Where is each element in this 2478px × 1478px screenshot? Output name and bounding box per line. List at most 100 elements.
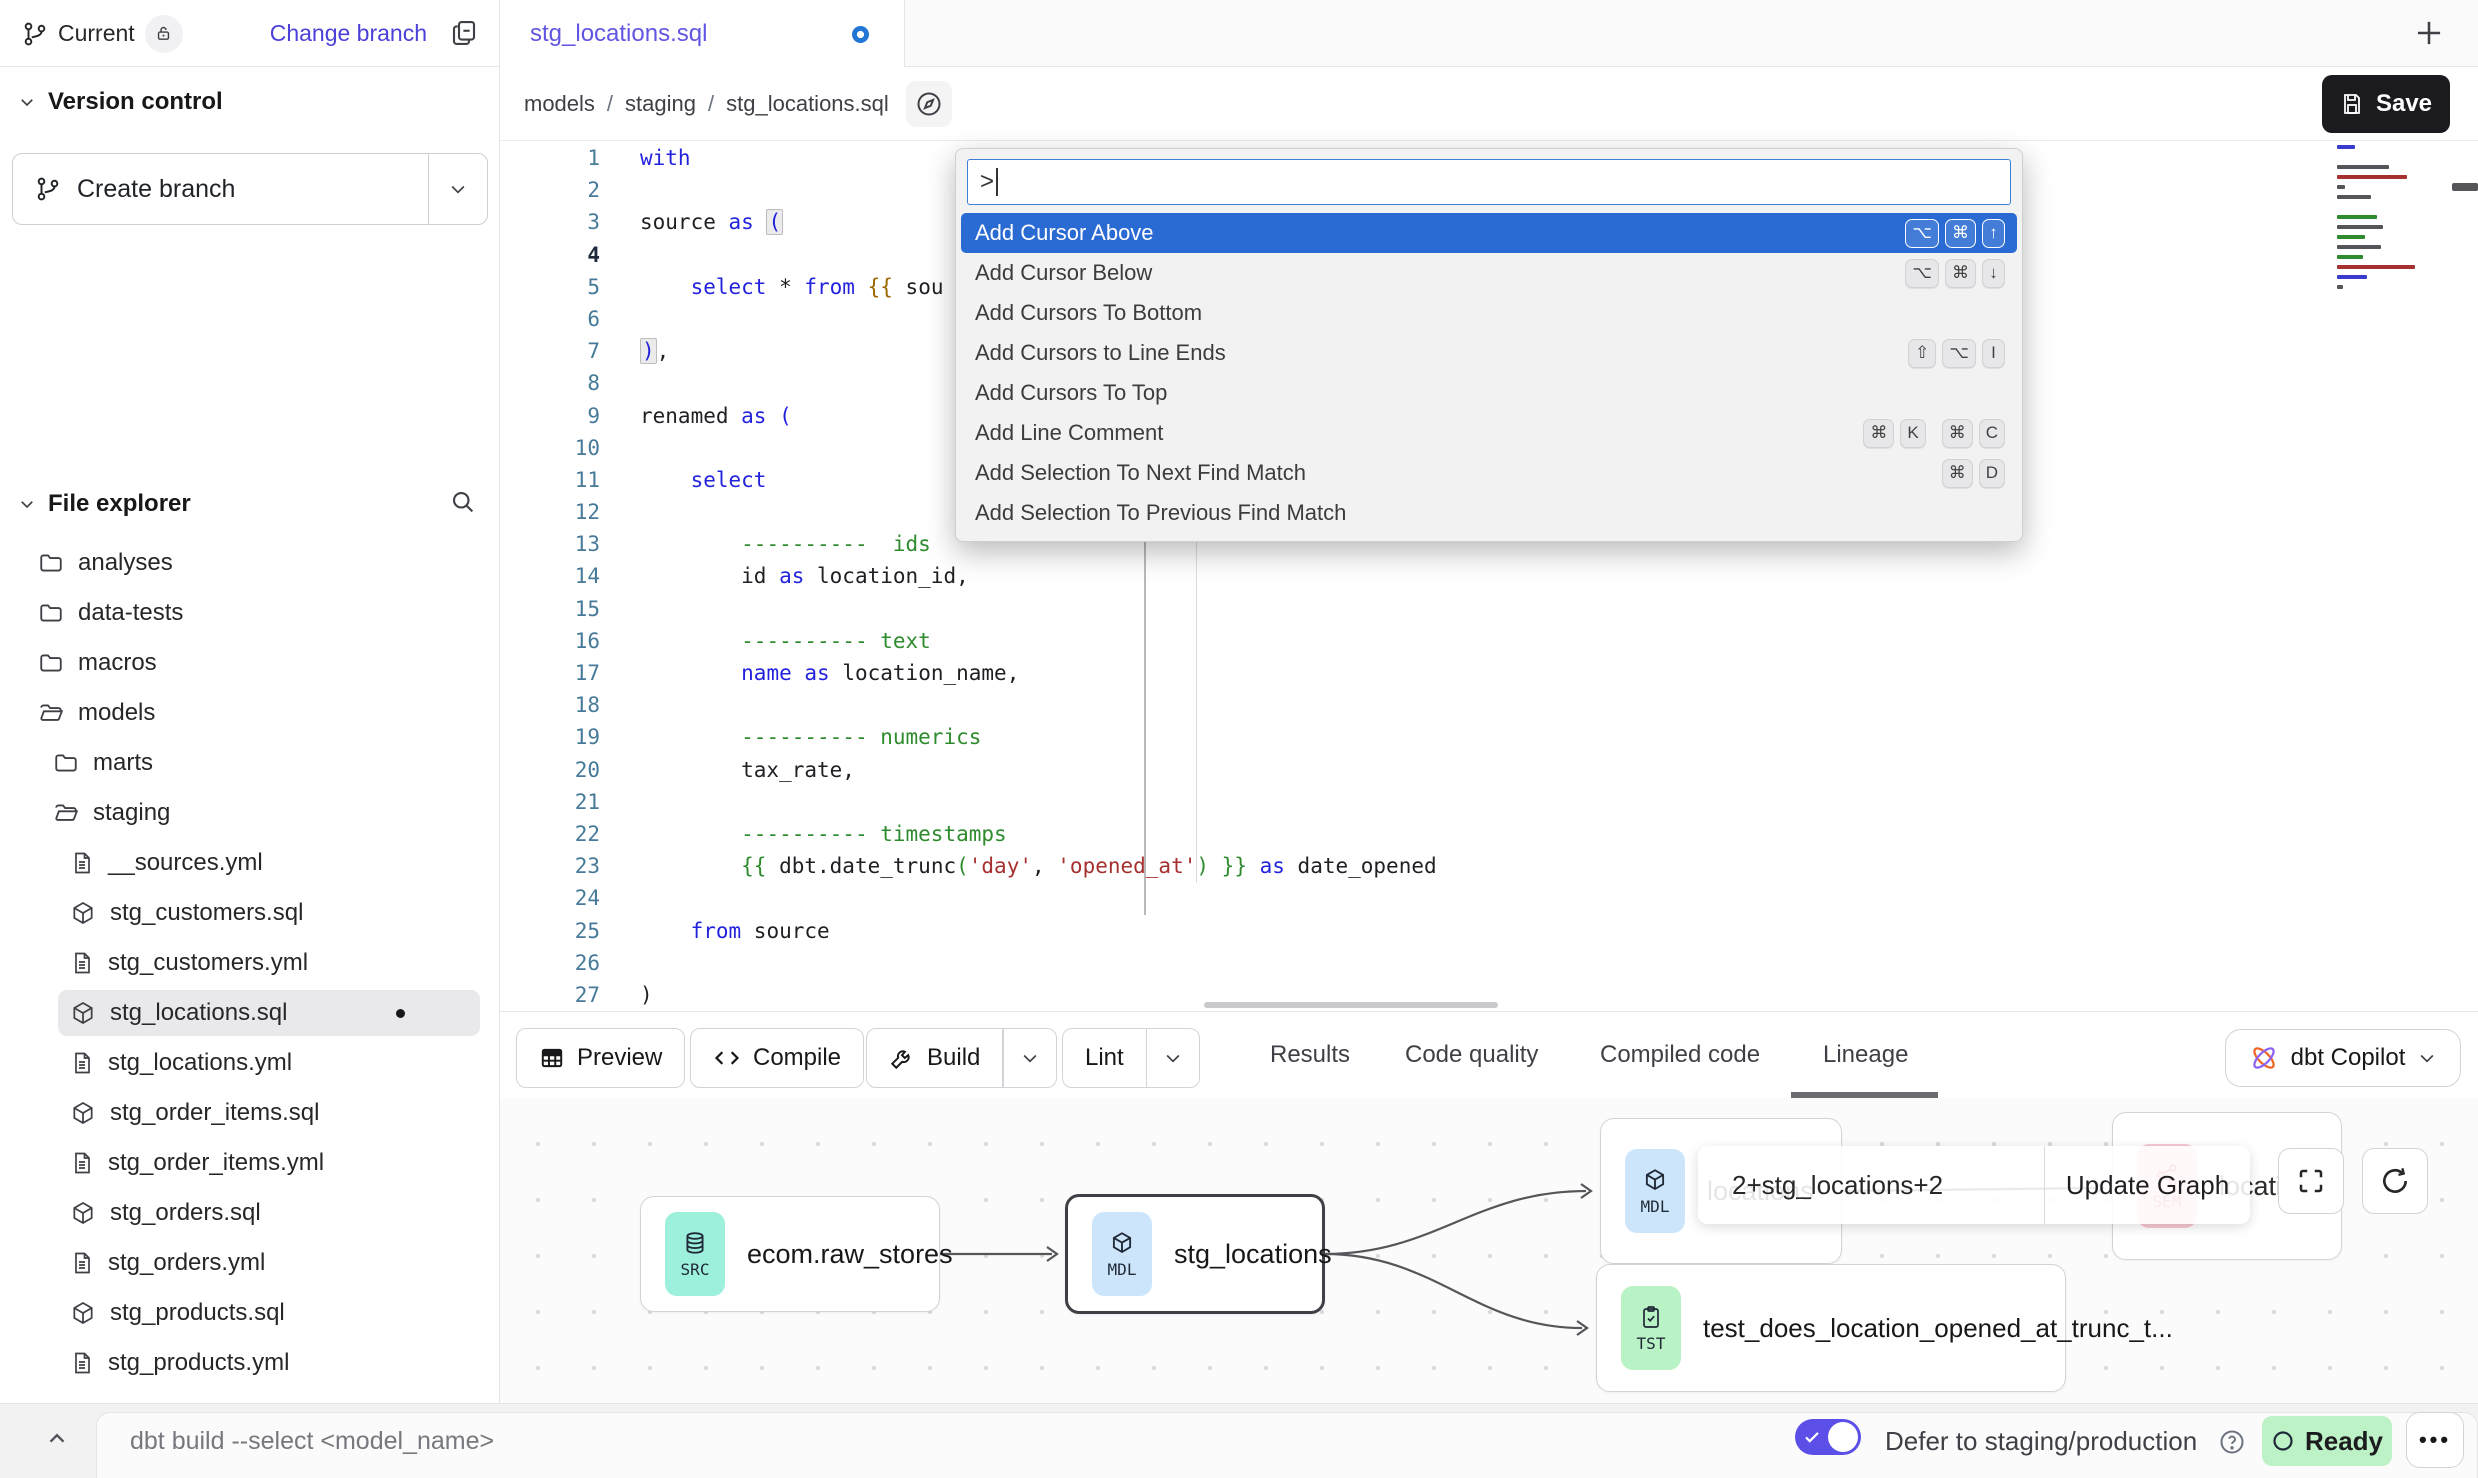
update-graph-button[interactable]: Update Graph (2045, 1146, 2250, 1224)
modified-dot (396, 1009, 405, 1018)
circle-icon (2271, 1429, 2295, 1453)
more-options-button[interactable]: ••• (2406, 1412, 2464, 1468)
lineage-selector-input[interactable]: 2+stg_locations+2 (1698, 1146, 2044, 1224)
palette-item-add-selection-to-next-find-match[interactable]: Add Selection To Next Find Match⌘D (961, 453, 2017, 493)
lineage-node-test[interactable]: TST test_does_location_opened_at_trunc_t… (1596, 1264, 2066, 1392)
preview-button[interactable]: Preview (516, 1028, 685, 1088)
dbt-copilot-logo-icon (2249, 1043, 2279, 1073)
tree-item-stg-orders-sql[interactable]: stg_orders.sql (0, 1188, 499, 1238)
tree-item-stg-orders-yml[interactable]: stg_orders.yml (0, 1238, 499, 1288)
tree-item-macros[interactable]: macros (0, 638, 499, 688)
shortcut-keys: ⌥⌘↑ (1905, 219, 2005, 248)
tree-item-data-tests[interactable]: data-tests (0, 588, 499, 638)
palette-item-add-selection-to-previous-find-match[interactable]: Add Selection To Previous Find Match (961, 493, 2017, 533)
tree-item-label: stg_customers.sql (110, 899, 303, 927)
node-label: ecom.raw_stores (747, 1239, 953, 1270)
defer-toggle[interactable] (1795, 1419, 1861, 1455)
compile-button[interactable]: Compile (690, 1028, 864, 1088)
tab-results[interactable]: Results (1270, 1012, 1350, 1098)
scrollbar-thumb[interactable] (2452, 183, 2478, 191)
tree-item-stg-order-items-yml[interactable]: stg_order_items.yml (0, 1138, 499, 1188)
code-line-17: 17 name as location_name, (500, 657, 1437, 689)
code-line-26: 26 (500, 947, 1437, 979)
tree-item-models[interactable]: models (0, 688, 499, 738)
model-icon (70, 1200, 96, 1226)
tree-item-label: stg_orders.sql (110, 1199, 261, 1227)
build-button[interactable]: Build (866, 1028, 1057, 1088)
tree-item-staging[interactable]: staging (0, 788, 499, 838)
save-button[interactable]: Save (2322, 75, 2450, 133)
tree-item-label: stg_locations.sql (110, 999, 287, 1027)
editor-action-bar: Preview Compile Build Lin (500, 1011, 2478, 1098)
palette-item-add-cursor-above[interactable]: Add Cursor Above⌥⌘↑ (961, 213, 2017, 253)
tree-item-analyses[interactable]: analyses (0, 538, 499, 588)
model-icon (70, 900, 96, 926)
palette-item-add-cursors-to-bottom[interactable]: Add Cursors To Bottom (961, 293, 2017, 333)
tab-code-quality[interactable]: Code quality (1405, 1012, 1538, 1098)
breadcrumb-models[interactable]: models (524, 91, 595, 117)
tab-stg-locations[interactable]: stg_locations.sql (500, 0, 905, 67)
copy-icon[interactable] (449, 17, 479, 47)
folder-icon (38, 550, 64, 576)
lineage-canvas[interactable]: SRC ecom.raw_stores MDL stg_locations MD… (500, 1098, 2478, 1403)
minimap[interactable] (2337, 145, 2447, 295)
palette-item-add-cursor-below[interactable]: Add Cursor Below⌥⌘↓ (961, 253, 2017, 293)
palette-item-add-cursors-to-line-ends[interactable]: Add Cursors to Line Ends⇧⌥I (961, 333, 2017, 373)
tree-item--sources-yml[interactable]: __sources.yml (0, 838, 499, 888)
model-badge: MDL (1092, 1212, 1152, 1296)
unsaved-indicator (852, 26, 869, 43)
file-icon (70, 1050, 94, 1076)
new-tab-button[interactable] (2410, 14, 2448, 52)
folder-open-icon (38, 700, 64, 726)
clipboard-check-icon (1639, 1304, 1663, 1330)
palette-item-add-line-comment[interactable]: Add Line Comment⌘K⌘C (961, 413, 2017, 453)
palette-item-add-cursors-to-top[interactable]: Add Cursors To Top (961, 373, 2017, 413)
help-icon[interactable] (2218, 1428, 2246, 1456)
tree-item-label: macros (78, 649, 157, 677)
dbt-command-input[interactable]: dbt build --select <model_name> (130, 1404, 494, 1478)
file-icon (70, 850, 94, 876)
tab-compiled-code[interactable]: Compiled code (1600, 1012, 1760, 1098)
lineage-node-source[interactable]: SRC ecom.raw_stores (640, 1196, 940, 1312)
code-line-21: 21 (500, 786, 1437, 818)
chevron-down-icon (18, 495, 36, 513)
folder-icon (53, 750, 79, 776)
refresh-button[interactable] (2362, 1148, 2428, 1214)
breadcrumb-file: stg_locations.sql (726, 91, 889, 117)
horizontal-scrollbar-thumb[interactable] (1204, 1002, 1498, 1008)
tree-item-stg-customers-yml[interactable]: stg_customers.yml (0, 938, 499, 988)
breadcrumb: models / staging / stg_locations.sql (524, 67, 889, 141)
create-branch-button[interactable]: Create branch (12, 153, 488, 225)
lineage-node-stg-locations[interactable]: MDL stg_locations (1065, 1194, 1325, 1314)
dbt-copilot-button[interactable]: dbt Copilot (2225, 1029, 2461, 1087)
tree-item-stg-locations-sql[interactable]: stg_locations.sql (0, 988, 499, 1038)
tree-item-stg-locations-yml[interactable]: stg_locations.yml (0, 1038, 499, 1088)
build-dropdown[interactable] (1004, 1029, 1056, 1087)
code-line-16: 16 ---------- text (500, 625, 1437, 657)
tree-item-stg-products-yml[interactable]: stg_products.yml (0, 1338, 499, 1388)
cube-icon (1109, 1230, 1135, 1256)
search-icon[interactable] (449, 488, 477, 516)
model-icon (70, 1100, 96, 1126)
chevron-up-icon[interactable] (44, 1426, 70, 1452)
lint-button[interactable]: Lint (1062, 1028, 1200, 1088)
tree-item-stg-order-items-sql[interactable]: stg_order_items.sql (0, 1088, 499, 1138)
lint-dropdown[interactable] (1147, 1029, 1199, 1087)
compass-icon[interactable] (906, 81, 952, 127)
ready-label: Ready (2305, 1426, 2383, 1457)
tree-item-label: stg_order_items.sql (110, 1099, 319, 1127)
create-branch-dropdown[interactable] (429, 154, 487, 224)
file-explorer-header[interactable]: File explorer (18, 490, 191, 518)
tree-item-stg-customers-sql[interactable]: stg_customers.sql (0, 888, 499, 938)
tree-item-label: marts (93, 749, 153, 777)
fullscreen-button[interactable] (2278, 1148, 2344, 1214)
tree-item-stg-products-sql[interactable]: stg_products.sql (0, 1288, 499, 1338)
tree-item-marts[interactable]: marts (0, 738, 499, 788)
change-branch-link[interactable]: Change branch (270, 0, 427, 67)
lock-icon (145, 15, 183, 53)
breadcrumb-staging[interactable]: staging (625, 91, 696, 117)
current-branch[interactable]: Current (22, 0, 183, 67)
version-control-header[interactable]: Version control (18, 88, 223, 116)
tab-lineage[interactable]: Lineage (1823, 1012, 1908, 1098)
command-palette-input[interactable]: > (967, 159, 2011, 205)
